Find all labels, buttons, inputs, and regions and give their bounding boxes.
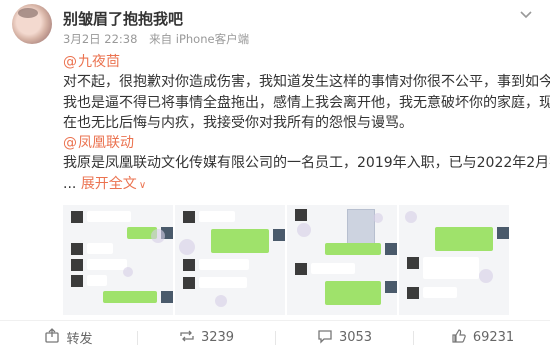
- expand-chevron-icon: ∨: [138, 179, 147, 191]
- chat-screenshot-3[interactable]: [287, 205, 397, 315]
- share-icon: [44, 327, 66, 348]
- expand-line: ... 展开全文 ∨: [63, 174, 531, 196]
- text-line: 在也无比后悔与内疚，我接受你对我所有的怨恨与谩骂。: [63, 114, 413, 131]
- expand-full-text-link[interactable]: 展开全文 ∨: [81, 176, 146, 192]
- comment-button[interactable]: 3053: [276, 321, 413, 354]
- mention-line: @九夜茴: [63, 52, 531, 72]
- post-timestamp[interactable]: 3月2日 22:38: [63, 32, 137, 46]
- mention-link-jiuyehui[interactable]: @九夜茴: [63, 54, 120, 70]
- repost-icon: [179, 328, 201, 348]
- chat-screenshot-4[interactable]: [399, 205, 509, 315]
- post-meta: 3月2日 22:38 来自 iPhone客户端: [63, 31, 257, 47]
- post-text: @九夜茴 对不起，很抱歉对你造成伤害，我知道发生这样的事情对你很不公平，事到如今…: [63, 52, 550, 196]
- text-line: 对不起，很抱歉对你造成伤害，我知道发生这样的事情对你很不公平，事到如今: [63, 74, 550, 91]
- repost-button[interactable]: 3239: [138, 321, 275, 354]
- share-button[interactable]: 转发: [0, 321, 137, 354]
- chat-screenshot-1[interactable]: [63, 205, 173, 315]
- text-line: 我原是凤凰联动文化传媒有限公司的一名员工，2019年入职，已与2022年2月初: [63, 155, 550, 172]
- comment-count: 3053: [338, 330, 373, 345]
- weibo-post-card: 别皱眉了抱抱我吧 3月2日 22:38 来自 iPhone客户端 @九夜茴 对不…: [0, 0, 550, 353]
- post-source: 来自 iPhone客户端: [149, 32, 250, 46]
- repost-count: 3239: [200, 330, 235, 345]
- action-bar: 转发 3239 3053 69231: [0, 320, 550, 354]
- chat-screenshot-2[interactable]: [175, 205, 285, 315]
- like-count: 69231: [472, 330, 515, 345]
- avatar[interactable]: [12, 4, 52, 44]
- text-line: 我也是逼不得已将事情全盘拖出，感情上我会离开他，我无意破坏你的家庭，现: [63, 94, 550, 111]
- comment-icon: [317, 328, 339, 348]
- ellipsis: ...: [63, 175, 77, 192]
- author-name[interactable]: 别皱眉了抱抱我吧: [63, 8, 183, 29]
- mention-line: @凤凰联动: [63, 133, 531, 153]
- like-button[interactable]: 69231: [414, 321, 550, 354]
- mention-link-fenghuang[interactable]: @凤凰联动: [63, 135, 134, 151]
- image-grid: [63, 205, 510, 315]
- chevron-down-icon[interactable]: [518, 6, 534, 22]
- share-label: 转发: [66, 332, 93, 347]
- thumbs-up-icon: [451, 328, 473, 348]
